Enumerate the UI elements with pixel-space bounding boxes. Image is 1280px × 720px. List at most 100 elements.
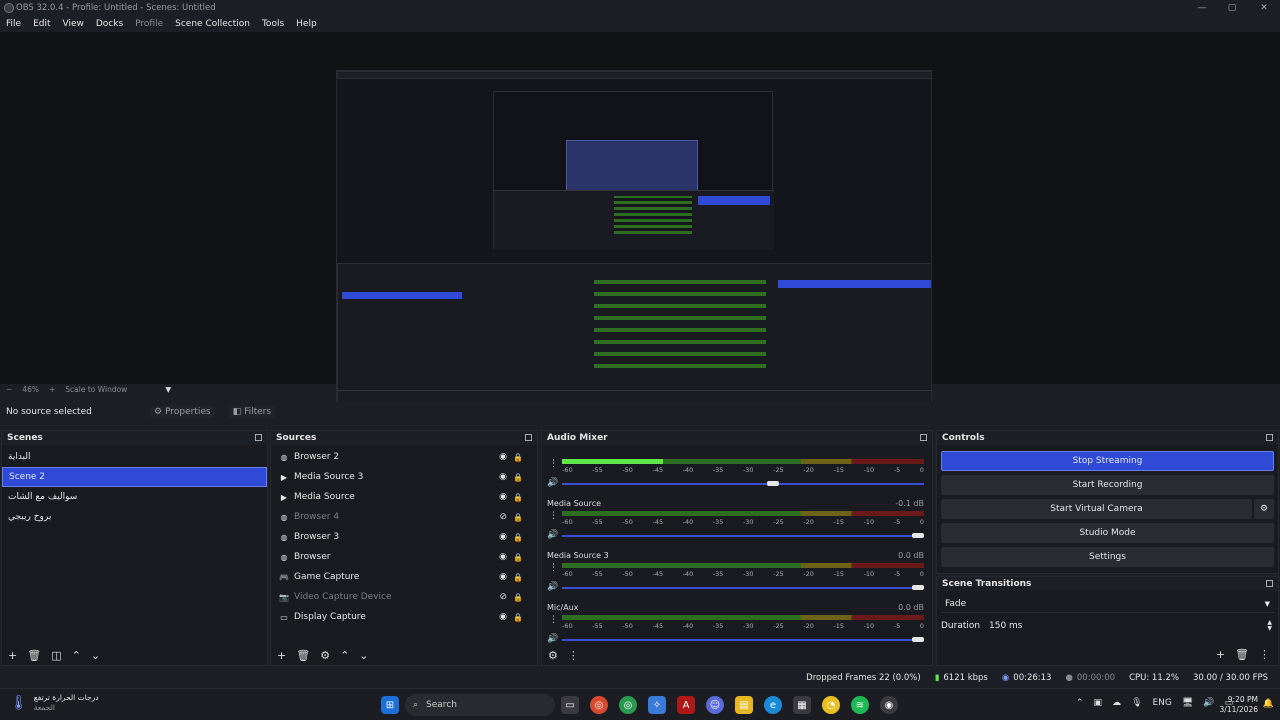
speaker-icon[interactable]: 🔊 [547,634,558,644]
task-view-icon[interactable]: ▭ [561,696,579,714]
menu-docks[interactable]: Docks [96,19,123,29]
menu-view[interactable]: View [63,19,84,29]
edge-icon[interactable]: e [764,696,782,714]
menu-tools[interactable]: Tools [262,19,284,29]
notification-icon[interactable]: 🔔 [1263,699,1274,709]
source-item[interactable]: 📷 Video Capture Device ⊘ 🔒 [271,587,537,607]
gear-icon[interactable]: ⚙ [320,649,330,662]
volume-slider-handle[interactable] [767,481,780,486]
settings-button[interactable]: Settings [941,547,1274,567]
spotify-icon[interactable]: ≋ [851,696,869,714]
language-indicator[interactable]: ENG [1153,698,1172,708]
source-item[interactable]: ◍ Browser 4 ⊘ 🔒 [271,507,537,527]
lock-icon[interactable]: 🔒 [513,493,523,502]
undock-icon[interactable] [1266,434,1273,441]
tray-icon[interactable]: ▣ [1094,698,1103,708]
undock-icon[interactable] [255,434,262,441]
move-up-icon[interactable]: ⌃ [340,649,349,662]
eye-icon[interactable]: ◉ [499,552,507,562]
move-down-icon[interactable]: ⌄ [91,649,100,662]
speaker-icon[interactable]: 🔊 [547,530,558,540]
eye-icon[interactable]: ◉ [499,572,507,582]
acrobat-icon[interactable]: A [677,696,695,714]
scene-item[interactable]: البداية [2,447,267,467]
file-explorer-icon[interactable]: ▤ [735,696,753,714]
taskbar-search[interactable]: ⌕ Search [405,694,555,716]
volume-slider[interactable] [562,533,924,538]
menu-scene-collection[interactable]: Scene Collection [175,19,250,29]
kebab-menu-icon[interactable]: ⋮ [549,459,558,469]
eye-icon[interactable]: ◉ [499,492,507,502]
lock-icon[interactable]: 🔒 [513,513,523,522]
preview-area[interactable] [0,32,1280,408]
add-transition-icon[interactable]: + [1216,648,1225,661]
undock-icon[interactable] [920,434,927,441]
volume-slider[interactable] [562,585,924,590]
scale-mode[interactable]: Scale to Window [65,385,127,394]
volume-slider[interactable] [562,637,924,642]
trash-icon[interactable]: 🗑 [1235,648,1249,661]
eye-icon[interactable]: ◉ [499,472,507,482]
stop-streaming-button[interactable]: Stop Streaming [941,451,1274,471]
source-item[interactable]: ▶ Media Source ◉ 🔒 [271,487,537,507]
eye-icon[interactable]: ◉ [499,532,507,542]
eye-hidden-icon[interactable]: ⊘ [499,592,507,602]
lock-icon[interactable]: 🔒 [513,593,523,602]
speaker-icon[interactable]: 🔊 [547,478,558,488]
cloud-icon[interactable]: ☁ [1112,698,1121,708]
discord-icon[interactable]: ☺ [706,696,724,714]
chevron-down-icon[interactable]: ▼ [165,385,171,394]
menu-help[interactable]: Help [296,19,317,29]
undock-icon[interactable] [525,434,532,441]
close-icon[interactable]: ✕ [1248,0,1280,16]
add-scene-icon[interactable]: + [8,649,17,662]
transition-select[interactable]: Fade ▼ [941,595,1274,613]
lock-icon[interactable]: 🔒 [513,573,523,582]
scene-item[interactable]: سواليف مع الشات [2,487,267,507]
menu-file[interactable]: File [6,19,21,29]
minimize-icon[interactable]: — [1186,0,1218,16]
kebab-menu-icon[interactable]: ⋮ [549,615,558,625]
studio-mode-button[interactable]: Studio Mode [941,523,1274,543]
source-item[interactable]: ▶ Media Source 3 ◉ 🔒 [271,467,537,487]
clock[interactable]: 9:20 PM 3/11/2026 [1220,695,1258,715]
lock-icon[interactable]: 🔒 [513,553,523,562]
chrome-alt-icon[interactable]: ◎ [619,696,637,714]
volume-slider[interactable] [562,481,924,486]
source-item[interactable]: ▭ Display Capture ◉ 🔒 [271,607,537,627]
lock-icon[interactable]: 🔒 [513,453,523,462]
eye-icon[interactable]: ◉ [499,452,507,462]
start-virtual-camera-button[interactable]: Start Virtual Camera [941,499,1252,519]
scene-item[interactable]: بروح ريبجي [2,507,267,527]
eye-icon[interactable]: ◉ [499,612,507,622]
volume-slider-handle[interactable] [912,533,924,538]
volume-icon[interactable]: 🔊 [1203,698,1214,708]
kebab-menu-icon[interactable]: ⋮ [568,649,579,662]
source-item[interactable]: ◍ Browser 2 ◉ 🔒 [271,447,537,467]
duration-input[interactable]: 150 ms [987,621,1274,631]
filters-button[interactable]: ◧ Filters [228,405,276,418]
menu-edit[interactable]: Edit [33,19,50,29]
app-icon[interactable]: ◔ [822,696,840,714]
advanced-audio-icon[interactable]: ⚙ [548,649,558,662]
lock-icon[interactable]: 🔒 [513,613,523,622]
store-icon[interactable]: ▦ [793,696,811,714]
source-item[interactable]: 🎮 Game Capture ◉ 🔒 [271,567,537,587]
lock-icon[interactable]: 🔒 [513,533,523,542]
filter-icon[interactable]: ◫ [51,649,61,662]
obs-taskbar-icon[interactable]: ◉ [880,696,898,714]
properties-button[interactable]: ⚙ Properties [150,405,215,418]
eye-hidden-icon[interactable]: ⊘ [499,512,507,522]
source-item[interactable]: ◍ Browser 3 ◉ 🔒 [271,527,537,547]
zoom-out-button[interactable]: − [6,385,12,394]
network-icon[interactable]: 🖥 [1182,698,1193,708]
volume-slider-handle[interactable] [912,585,924,590]
trash-icon[interactable]: 🗑 [27,649,41,662]
mic-icon[interactable]: 🎙 [1131,698,1142,708]
kebab-menu-icon[interactable]: ⋮ [549,563,558,573]
undock-icon[interactable] [1266,580,1273,587]
add-source-icon[interactable]: + [277,649,286,662]
stepper-icon[interactable]: ▲ ▼ [1267,620,1272,632]
move-up-icon[interactable]: ⌃ [72,649,81,662]
speaker-icon[interactable]: 🔊 [547,582,558,592]
